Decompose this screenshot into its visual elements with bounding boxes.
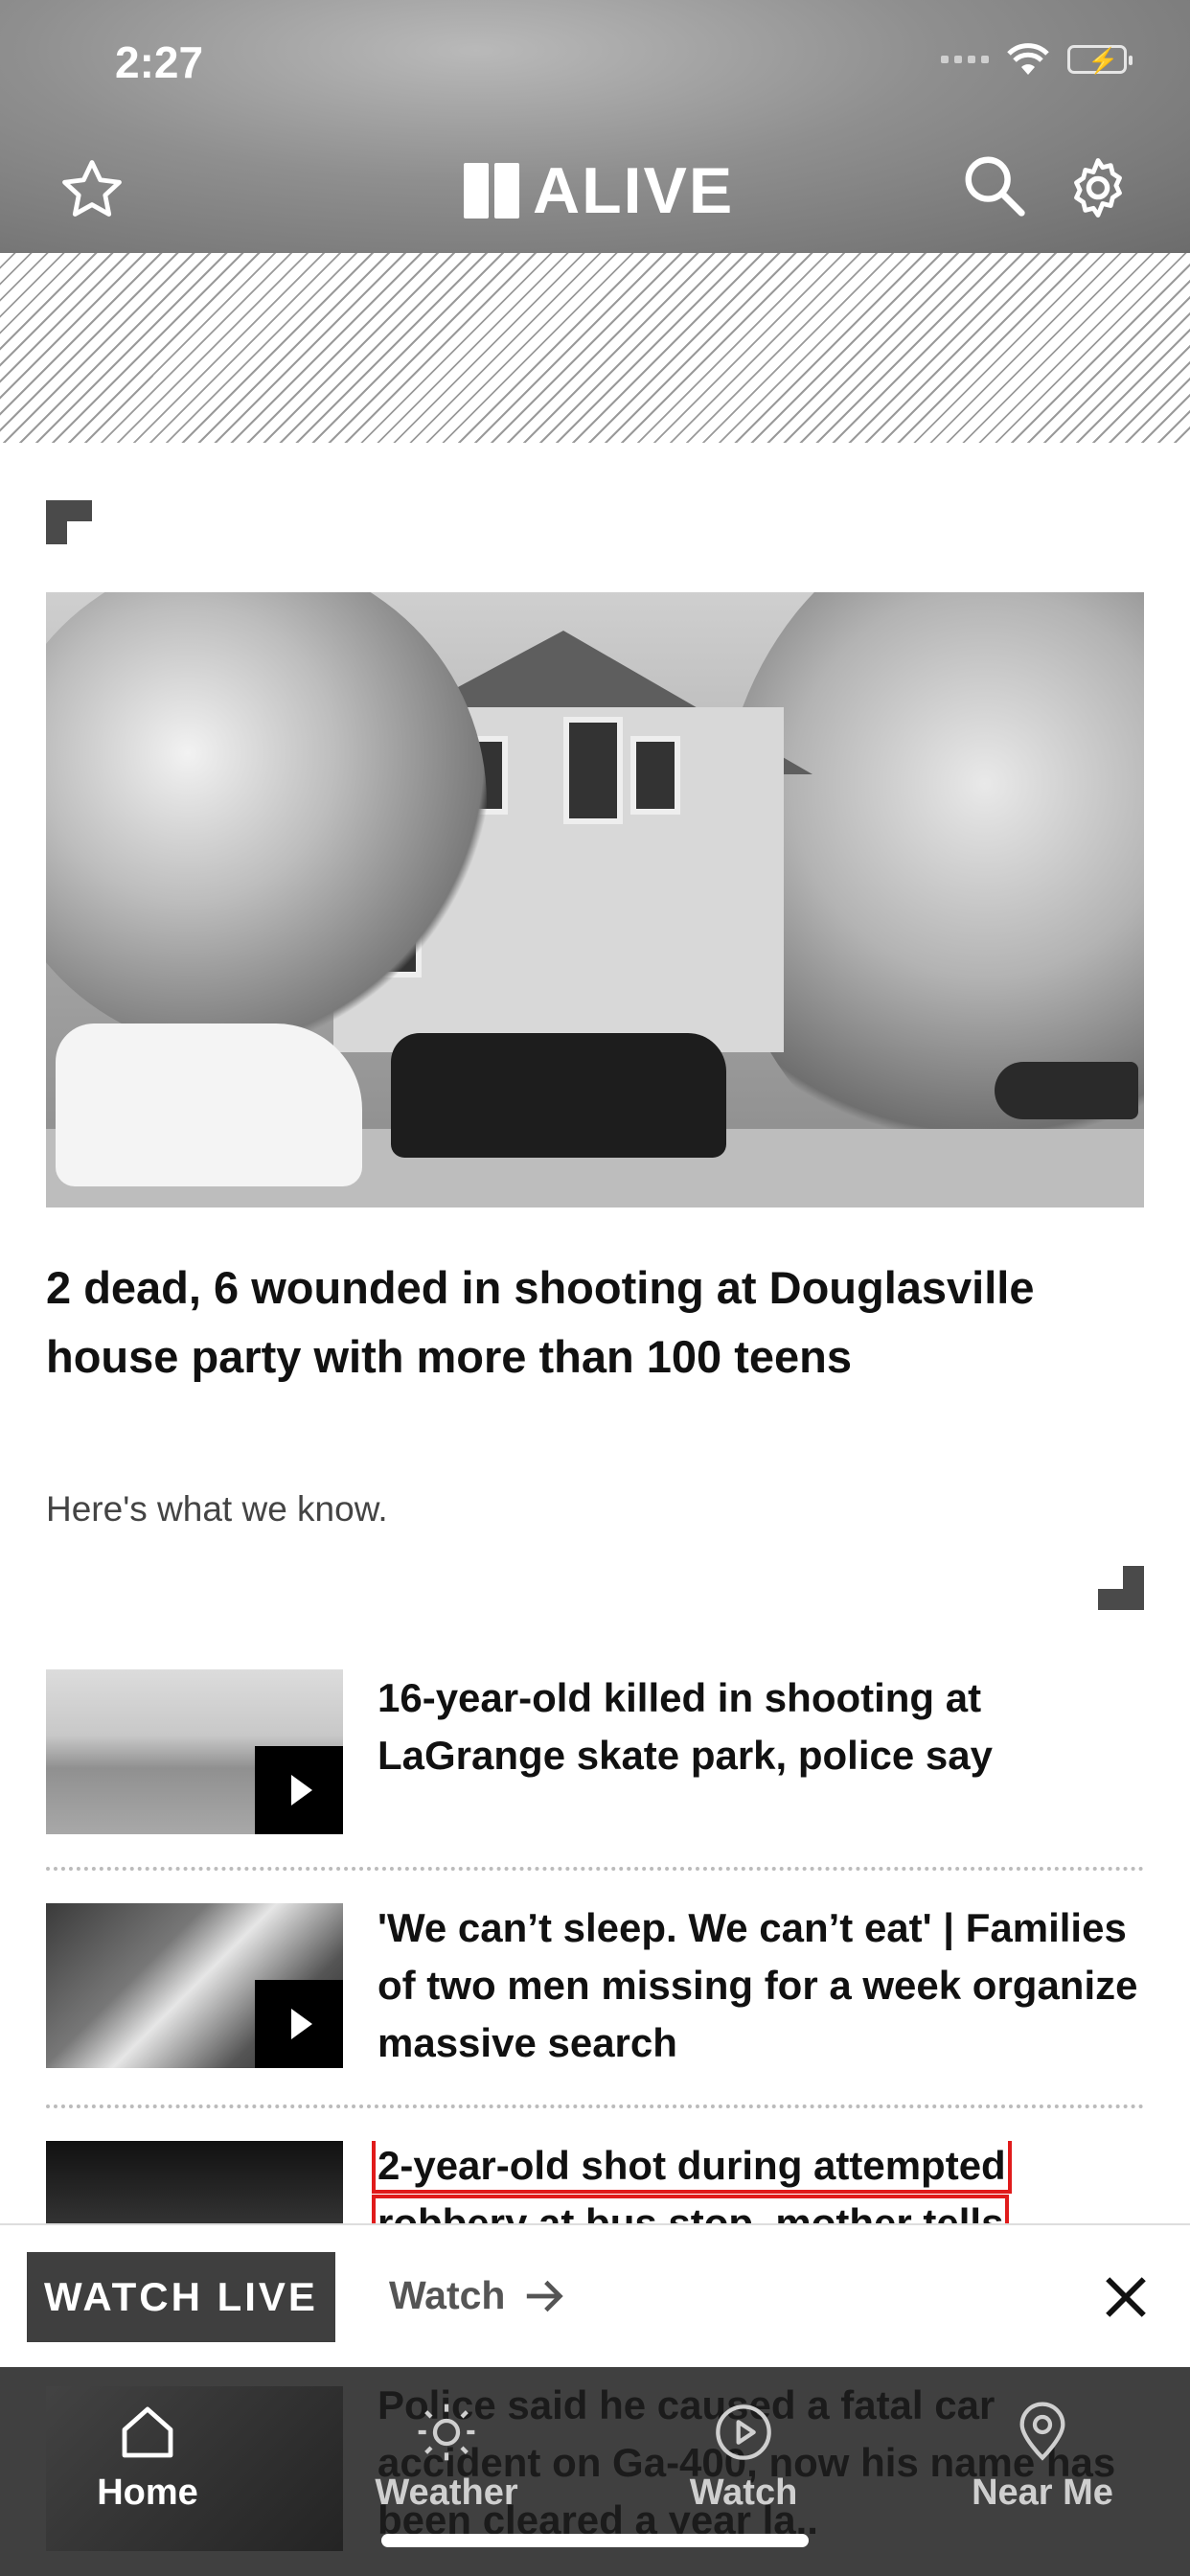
divider: [46, 2104, 1144, 2108]
hero-subtitle: Here's what we know.: [46, 1489, 388, 1529]
mailbox: [995, 1062, 1138, 1119]
watch-live-button[interactable]: WATCH LIVE: [27, 2252, 335, 2342]
nav-weather[interactable]: Weather: [341, 2402, 552, 2514]
location-pin-icon: [1019, 2402, 1065, 2461]
corner-bracket-bottom-right: [1098, 1566, 1144, 1610]
settings-gear-icon[interactable]: [1064, 153, 1133, 222]
white-suv: [56, 1024, 362, 1186]
nav-near-me[interactable]: Near Me: [937, 2402, 1148, 2514]
corner-bracket-top-left: [46, 500, 92, 544]
watch-link[interactable]: Watch: [389, 2273, 505, 2318]
hero-headline[interactable]: 2 dead, 6 wounded in shooting at Douglas…: [46, 1254, 1148, 1392]
play-circle-icon: [716, 2404, 771, 2460]
close-icon[interactable]: [1102, 2273, 1150, 2321]
status-icons: ⚡: [941, 42, 1133, 77]
favorites-star-icon[interactable]: [57, 155, 126, 224]
nav-home-label: Home: [97, 2472, 198, 2513]
story-headline[interactable]: 16-year-old killed in shooting at LaGran…: [378, 1669, 1144, 1784]
highlighted-headline-text[interactable]: 2-year-old shot during attempted robbery…: [372, 2141, 1012, 2223]
story-thumbnail[interactable]: [46, 2141, 343, 2223]
divider: [46, 1867, 1144, 1871]
arrow-right-icon[interactable]: [523, 2277, 565, 2315]
home-icon: [122, 2406, 173, 2458]
play-video-icon[interactable]: [255, 1746, 343, 1834]
story-headline[interactable]: 2-year-old shot during attempted robbery…: [372, 2141, 1144, 2223]
watch-live-bar: WATCH LIVE Watch: [0, 2223, 1190, 2369]
status-time: 2:27: [115, 37, 204, 87]
cellular-signal-icon: [941, 56, 989, 63]
battery-icon: ⚡: [1067, 45, 1133, 75]
wifi-icon: [1007, 43, 1049, 75]
app-header: 2:27 ⚡ ALIVE: [0, 0, 1190, 253]
sun-icon: [418, 2404, 475, 2461]
nav-weather-label: Weather: [375, 2472, 518, 2513]
list-item[interactable]: 2-year-old shot during attempted robbery…: [46, 2141, 1144, 2223]
nav-home[interactable]: Home: [42, 2402, 253, 2514]
home-indicator[interactable]: [381, 2534, 809, 2547]
hero-story-image[interactable]: [46, 592, 1144, 1208]
nav-watch[interactable]: Watch: [638, 2402, 849, 2514]
nav-watch-label: Watch: [689, 2472, 798, 2513]
play-video-icon[interactable]: [255, 1980, 343, 2068]
story-thumbnail[interactable]: [46, 1903, 343, 2068]
logo-text: ALIVE: [533, 154, 735, 227]
story-thumbnail[interactable]: [46, 1669, 343, 1834]
search-icon[interactable]: [960, 151, 1027, 218]
nav-near-me-label: Near Me: [972, 2472, 1113, 2513]
app-logo: ALIVE: [464, 153, 734, 228]
black-suv: [391, 1033, 726, 1158]
ad-placeholder-hatch: [0, 253, 1190, 443]
logo-mark-icon: [464, 163, 519, 218]
story-headline[interactable]: 'We can’t sleep. We can’t eat' | Familie…: [378, 1899, 1144, 2072]
